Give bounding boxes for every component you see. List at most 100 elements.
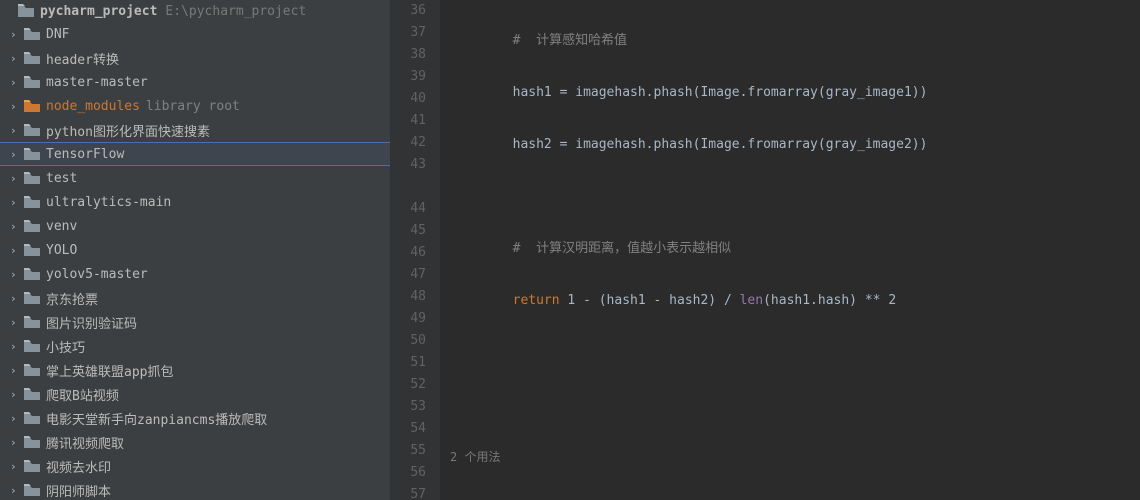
chevron-right-icon[interactable]: ›: [10, 292, 22, 305]
line-number[interactable]: 37: [390, 22, 426, 44]
tree-item-图片识别验证码[interactable]: › 图片识别验证码: [0, 310, 390, 334]
line-number[interactable]: 42: [390, 132, 426, 154]
chevron-right-icon[interactable]: ›: [10, 52, 22, 65]
line-number[interactable]: 46: [390, 242, 426, 264]
chevron-right-icon[interactable]: ›: [10, 196, 22, 209]
folder-icon: [24, 27, 40, 41]
code-editor[interactable]: 3637383940414243 444546474849505152535455…: [390, 0, 1140, 500]
tree-item-label: 小技巧: [46, 337, 85, 356]
folder-icon: [24, 435, 40, 449]
project-header[interactable]: pycharm_project E:\pycharm_project: [0, 0, 390, 22]
keyword: return: [513, 293, 560, 308]
tree-item-yolov5-master[interactable]: › yolov5-master: [0, 262, 390, 286]
chevron-right-icon[interactable]: ›: [10, 244, 22, 257]
usage-hint[interactable]: 2 个用法: [450, 450, 500, 464]
tree-item-label: YOLO: [46, 243, 77, 258]
tree-item-label: 阴阳师脚本: [46, 481, 111, 500]
chevron-right-icon[interactable]: ›: [10, 100, 22, 113]
line-number[interactable]: 48: [390, 286, 426, 308]
line-number[interactable]: 51: [390, 352, 426, 374]
line-number[interactable]: [390, 176, 426, 198]
line-number[interactable]: 43: [390, 154, 426, 176]
tree-item-label: yolov5-master: [46, 267, 148, 282]
chevron-right-icon[interactable]: ›: [10, 412, 22, 425]
chevron-right-icon[interactable]: ›: [10, 148, 22, 161]
tree-item-DNF[interactable]: ›DNF: [0, 22, 390, 46]
tree-item-header转换[interactable]: › header转换: [0, 46, 390, 70]
tree-item-label: test: [46, 171, 77, 186]
tree-item-label: 视频去水印: [46, 457, 111, 476]
folder-icon: [24, 219, 40, 233]
line-number[interactable]: 39: [390, 66, 426, 88]
line-number[interactable]: 56: [390, 462, 426, 484]
chevron-right-icon[interactable]: ›: [10, 76, 22, 89]
tree-item-node_modules[interactable]: ›node_moduleslibrary root: [0, 94, 390, 118]
tree-item-掌上英雄联盟app抓包[interactable]: ›掌上英雄联盟app抓包: [0, 358, 390, 382]
chevron-right-icon[interactable]: ›: [10, 172, 22, 185]
tree-item-腾讯视频爬取[interactable]: › 腾讯视频爬取: [0, 430, 390, 454]
code-text: hash1 = imagehash.phash(Image.fromarray(…: [513, 85, 928, 100]
line-number[interactable]: 44: [390, 198, 426, 220]
line-gutter: 3637383940414243 444546474849505152535455…: [390, 0, 440, 500]
line-number[interactable]: 45: [390, 220, 426, 242]
tree-item-YOLO[interactable]: › YOLO: [0, 238, 390, 262]
tree-item-label: 爬取B站视频: [46, 385, 119, 404]
tree-item-label: 图片识别验证码: [46, 313, 137, 332]
code-area[interactable]: # 计算感知哈希值 hash1 = imagehash.phash(Image.…: [440, 0, 1140, 500]
chevron-right-icon[interactable]: ›: [10, 364, 22, 377]
line-number[interactable]: 50: [390, 330, 426, 352]
folder-icon: [24, 147, 40, 161]
tree-item-note: library root: [146, 99, 240, 114]
folder-icon: [18, 4, 34, 18]
folder-icon: [24, 459, 40, 473]
tree-item-venv[interactable]: ›venv: [0, 214, 390, 238]
tree-item-阴阳师脚本[interactable]: › 阴阳师脚本: [0, 478, 390, 500]
code-text: hash2 = imagehash.phash(Image.fromarray(…: [513, 137, 928, 152]
chevron-right-icon[interactable]: ›: [10, 388, 22, 401]
tree-item-label: header转换: [46, 49, 119, 68]
tree-item-master-master[interactable]: › master-master: [0, 70, 390, 94]
line-number[interactable]: 49: [390, 308, 426, 330]
chevron-right-icon[interactable]: ›: [10, 316, 22, 329]
tree-item-TensorFlow[interactable]: ›TensorFlow: [0, 142, 390, 166]
tree-item-爬取B站视频[interactable]: › 爬取B站视频: [0, 382, 390, 406]
folder-icon: [24, 171, 40, 185]
line-number[interactable]: 40: [390, 88, 426, 110]
folder-icon: [24, 339, 40, 353]
folder-icon: [24, 411, 40, 425]
line-number[interactable]: 55: [390, 440, 426, 462]
chevron-right-icon[interactable]: ›: [10, 436, 22, 449]
tree-item-label: master-master: [46, 75, 148, 90]
line-number[interactable]: 38: [390, 44, 426, 66]
tree-item-视频去水印[interactable]: › 视频去水印: [0, 454, 390, 478]
tree-item-ultralytics-main[interactable]: › ultralytics-main: [0, 190, 390, 214]
chevron-right-icon[interactable]: ›: [10, 124, 22, 137]
tree-item-label: ultralytics-main: [46, 195, 171, 210]
folder-icon: [24, 315, 40, 329]
line-number[interactable]: 47: [390, 264, 426, 286]
folder-icon: [24, 387, 40, 401]
line-number[interactable]: 53: [390, 396, 426, 418]
chevron-right-icon[interactable]: ›: [10, 340, 22, 353]
tree-item-电影天堂新手向zanpiancms播放爬取[interactable]: ›电影天堂新手向zanpiancms播放爬取: [0, 406, 390, 430]
line-number[interactable]: 54: [390, 418, 426, 440]
line-number[interactable]: 52: [390, 374, 426, 396]
line-number[interactable]: 41: [390, 110, 426, 132]
tree-item-label: 腾讯视频爬取: [46, 433, 124, 452]
line-number[interactable]: 36: [390, 0, 426, 22]
tree-item-京东抢票[interactable]: › 京东抢票: [0, 286, 390, 310]
tree-item-小技巧[interactable]: › 小技巧: [0, 334, 390, 358]
chevron-right-icon[interactable]: ›: [10, 484, 22, 497]
chevron-right-icon[interactable]: ›: [10, 220, 22, 233]
tree-item-label: 京东抢票: [46, 289, 98, 308]
project-tree[interactable]: ›DNF›header转换›master-master›node_modules…: [0, 22, 390, 500]
chevron-right-icon[interactable]: ›: [10, 28, 22, 41]
folder-icon: [24, 291, 40, 305]
tree-item-test[interactable]: › test: [0, 166, 390, 190]
line-number[interactable]: 57: [390, 484, 426, 500]
tree-item-label: python图形化界面快速搜素: [46, 121, 210, 140]
chevron-right-icon[interactable]: ›: [10, 268, 22, 281]
chevron-right-icon[interactable]: ›: [10, 460, 22, 473]
folder-icon: [24, 363, 40, 377]
tree-item-python图形化界面快速搜素[interactable]: › python图形化界面快速搜素: [0, 118, 390, 142]
